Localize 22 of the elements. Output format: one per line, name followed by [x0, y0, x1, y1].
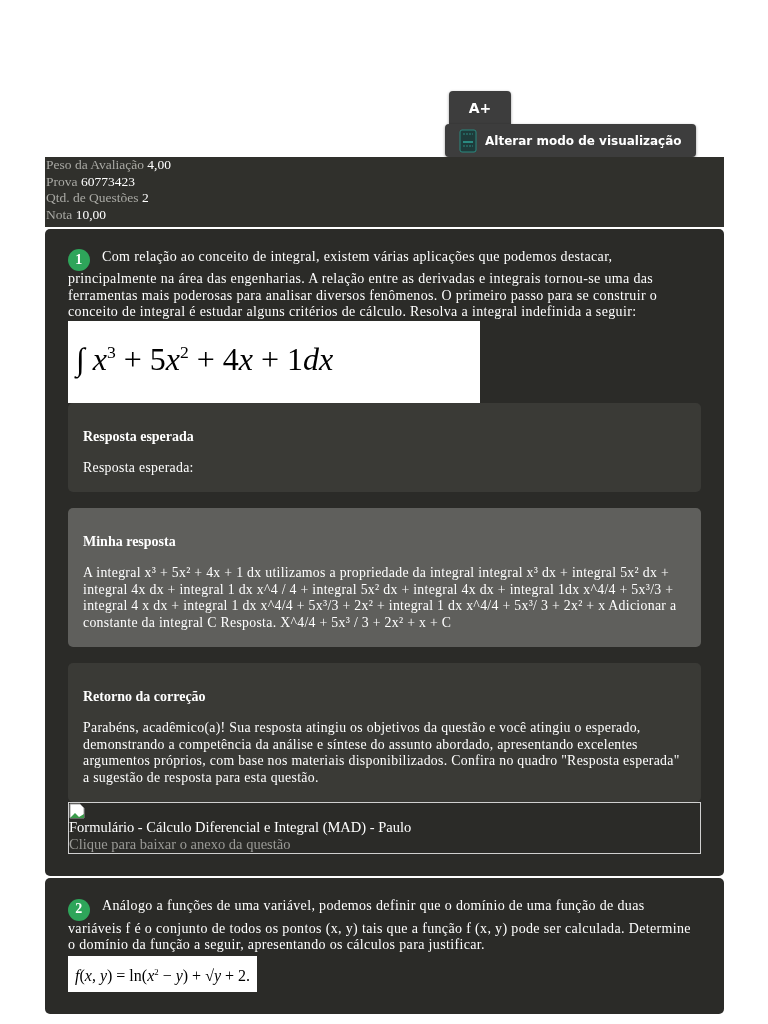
summary-line: Peso da Avaliação 4,00: [46, 157, 172, 174]
formula: f(x, y) = ln(x$^{2}$ − y) + √y + 2.: [68, 955, 258, 992]
font-size-button[interactable]: A+: [449, 91, 511, 124]
formula: ∫ x$^{3}$ + 5x$^{2}$ + 4x + 1dx: [68, 320, 480, 403]
panel-text: A integral x³ + 5x² + 4x + 1 dx utilizamos a propriedade da integral integral x³ dx + integral 5x² dx + integral 4x dx + integral 1 dx x^4 / 4 + integral 5x² dx + integral 4x dx + integral 1dx x^4/4 + 5x³/3 + integral 4 x dx + integral 1 dx x^4/4 + 5x³/3 + 2x² + integral 1 dx x^4/4 + 5x³/ 3 + 2x² + x Adicionar a constante da integral C Resposta. X^4/4 + 5x³ / 3 + 2x² + x + C: [83, 565, 678, 632]
summary-line: Nota 10,00: [46, 206, 107, 223]
panel-title: Resposta esperada: [83, 428, 195, 445]
summary-line: Qtd. de Questões 2: [46, 190, 150, 207]
attachment-title[interactable]: Formulário - Cálculo Diferencial e Integral (MAD) - Paulo: [69, 819, 412, 837]
summary-line: Prova 60773423: [46, 173, 136, 190]
question-number: 2: [68, 898, 90, 921]
download-link[interactable]: Clique para baixar o anexo da questão: [69, 836, 291, 854]
question-text: 2 Análogo a funções de uma variável, podemos definir que o domínio de uma função de duas variáveis f é o conjunto de todos os pontos (x, y) tais que a função f (x, y) pode ser calculada. Determine o domínio da função a seguir, apresentando os cálculos para justificar.: [68, 898, 692, 954]
question-number: 1: [68, 249, 90, 272]
broken-image-icon: [69, 803, 85, 820]
document-icon: [459, 128, 477, 153]
question-text: 1 Com relação ao conceito de integral, existem várias aplicações que podemos destacar, principalmente na área das engenharias. A relação entre as derivadas e integrais tornou-se uma das ferramentas mais poderosas para analisar diversos fenômenos. O primeiro passo para se construir o conceito de integral é estudar alguns critérios de cálculo. Resolva a integral indefinida a seguir:: [68, 249, 659, 321]
panel-title: Minha resposta: [83, 534, 177, 551]
view-mode-button[interactable]: Alterar modo de visualização: [445, 124, 696, 157]
panel-text: Parabéns, acadêmico(a)! Sua resposta atingiu os objetivos da questão e você atingiu o esperado, demonstrando a competência da análise e síntese do assunto abordado, apresentando excelentes argumentos próprios, com base nos materiais disponibilizados. Confira no quadro "Resposta esperada" a sugestão de resposta para esta questão.: [83, 720, 681, 787]
panel-title: Retorno da correção: [83, 689, 207, 706]
panel-text: Resposta esperada:: [83, 459, 195, 477]
